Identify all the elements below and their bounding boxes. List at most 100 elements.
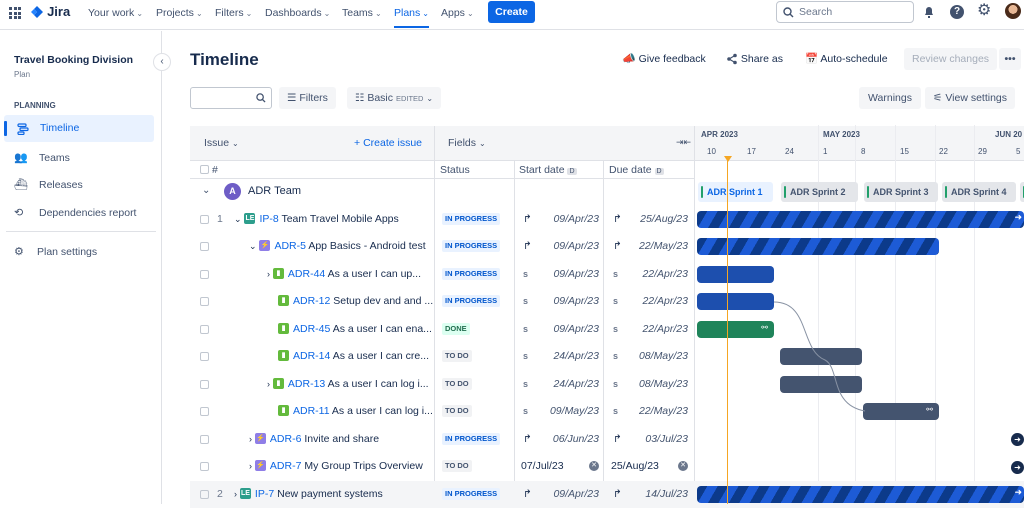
status-cell[interactable]: DONE [442, 316, 470, 343]
start-date-cell[interactable]: s 09/Apr/23 [523, 316, 599, 343]
row-checkbox[interactable] [200, 270, 209, 279]
search-input[interactable]: Search [776, 1, 914, 23]
create-button[interactable]: Create [488, 1, 535, 23]
due-date-cell[interactable]: s 22/Apr/23 [613, 316, 688, 343]
sidebar-item-plan-settings[interactable]: ⚙ Plan settings [14, 245, 97, 258]
due-date-cell[interactable]: s 08/May/23 [613, 343, 688, 370]
row-checkbox[interactable] [200, 490, 209, 499]
select-all-checkbox[interactable] [200, 165, 209, 174]
row-checkbox[interactable] [200, 242, 209, 251]
settings-gear-icon[interactable]: ⚙ [977, 2, 991, 20]
row-checkbox[interactable] [200, 407, 209, 416]
status-cell[interactable]: TO DO [442, 343, 472, 370]
schedule-bar[interactable] [697, 238, 939, 255]
issue-key-link[interactable]: ADR-11 [293, 405, 330, 417]
start-date-cell[interactable]: ↱ 06/Jun/23 [523, 426, 599, 453]
nav-projects[interactable]: Projects ⌄ [156, 7, 203, 19]
row-checkbox[interactable] [200, 352, 209, 361]
table-row[interactable]: › ⚡ ADR-6 Invite and share IN PROGRESS ↱ 0… [190, 426, 1024, 453]
chevron-right-icon[interactable]: › [267, 269, 270, 279]
avatar[interactable] [1005, 3, 1021, 19]
row-checkbox[interactable] [200, 215, 209, 224]
table-row[interactable]: ▮ ADR-14 As a user I can cre... TO DO s 24… [190, 343, 1024, 370]
clear-date-icon[interactable]: ✕ [678, 461, 688, 471]
issue-key-link[interactable]: ADR-45 [293, 323, 330, 335]
due-date-cell[interactable]: ↱ 25/Aug/23 [613, 206, 688, 233]
start-date-cell[interactable]: s 24/Apr/23 [523, 343, 599, 370]
status-cell[interactable]: IN PROGRESS [442, 206, 501, 233]
collapse-fields-icon[interactable]: ⇥⇤ [676, 137, 691, 148]
nav-apps[interactable]: Apps ⌄ [441, 7, 474, 19]
due-date-cell[interactable]: s 22/May/23 [613, 398, 688, 425]
give-feedback-button[interactable]: 📣 Give feedback [622, 48, 706, 70]
auto-schedule-button[interactable]: 📅 Auto-schedule [805, 48, 888, 70]
table-row[interactable]: › ⚡ ADR-7 My Group Trips Overview TO DO 0… [190, 453, 1024, 480]
scroll-to-bar-icon[interactable]: ➜ [1011, 461, 1024, 474]
sidebar-item-teams[interactable]: 👥 Teams [14, 151, 70, 164]
table-row[interactable]: ▮ ADR-45 As a user I can ena... DONE s 09/… [190, 316, 1024, 343]
view-select-button[interactable]: ☷ Basic EDITED ⌄ [347, 87, 442, 109]
row-checkbox[interactable] [200, 435, 209, 444]
nav-plans[interactable]: Plans ⌄ [394, 7, 429, 28]
share-button[interactable]: Share as [726, 48, 783, 70]
start-date-cell[interactable]: 07/Jul/23 ✕ [521, 453, 599, 480]
jira-logo[interactable]: Jira [30, 4, 70, 22]
chevron-down-icon[interactable]: ⌄ [234, 214, 242, 224]
schedule-bar[interactable]: ➜ [697, 486, 1024, 503]
issue-key-link[interactable]: ADR-5 [274, 240, 306, 252]
chevron-right-icon[interactable]: › [249, 434, 252, 444]
team-group-row[interactable]: ⌄ A ADR Team [190, 180, 695, 204]
sidebar-collapse-button[interactable]: ‹ [153, 53, 171, 71]
due-date-cell[interactable]: s 22/Apr/23 [613, 261, 688, 288]
table-row[interactable]: › ▮ ADR-13 As a user I can log i... TO DO… [190, 371, 1024, 398]
row-checkbox[interactable] [200, 297, 209, 306]
table-row[interactable]: › ▮ ADR-44 As a user I can up... IN PROGR… [190, 261, 1024, 288]
issue-key-link[interactable]: ADR-13 [288, 378, 325, 390]
sprint-chip[interactable]: ADR Sprint 2 [781, 182, 858, 202]
status-cell[interactable]: IN PROGRESS [442, 233, 501, 260]
more-actions-button[interactable]: ••• [999, 48, 1021, 70]
sprint-chip[interactable]: ADR Sprint 1 [698, 182, 773, 202]
start-date-column-header[interactable]: Start date D [519, 164, 577, 176]
review-changes-button[interactable]: Review changes [904, 48, 998, 70]
start-date-cell[interactable]: s 09/Apr/23 [523, 288, 599, 315]
due-date-cell[interactable]: s 22/Apr/23 [613, 288, 688, 315]
issue-key-link[interactable]: ADR-6 [270, 433, 302, 445]
row-checkbox[interactable] [200, 380, 209, 389]
issue-key-link[interactable]: ADR-7 [270, 460, 302, 472]
status-cell[interactable]: TO DO [442, 371, 472, 398]
status-cell[interactable]: IN PROGRESS [442, 426, 501, 453]
create-issue-button[interactable]: + Create issue [354, 137, 422, 149]
due-date-column-header[interactable]: Due date D [609, 164, 664, 176]
start-date-cell[interactable]: s 09/Apr/23 [523, 261, 599, 288]
issue-key-link[interactable]: ADR-12 [293, 295, 330, 307]
status-cell[interactable]: TO DO [442, 453, 472, 480]
issue-key-link[interactable]: ADR-44 [288, 268, 325, 280]
due-date-cell[interactable]: ↱ 03/Jul/23 [613, 426, 688, 453]
clear-date-icon[interactable]: ✕ [589, 461, 599, 471]
table-row[interactable]: ▮ ADR-12 Setup dev and and ... IN PROGRES… [190, 288, 1024, 315]
sidebar-item-dependencies[interactable]: ⟲ Dependencies report [14, 206, 136, 219]
chevron-down-icon[interactable]: ⌄ [249, 241, 257, 251]
row-checkbox[interactable] [200, 325, 209, 334]
chevron-right-icon[interactable]: › [249, 461, 252, 471]
sidebar-item-timeline[interactable]: Timeline [4, 115, 154, 142]
status-cell[interactable]: TO DO [442, 398, 472, 425]
issue-key-link[interactable]: IP-7 [255, 488, 274, 500]
nav-dashboards[interactable]: Dashboards ⌄ [265, 7, 330, 19]
status-cell[interactable]: IN PROGRESS [442, 288, 501, 315]
row-checkbox[interactable] [200, 462, 209, 471]
chevron-right-icon[interactable]: › [234, 489, 237, 499]
sidebar-item-releases[interactable]: ⛴ Releases [14, 178, 83, 191]
filters-button[interactable]: ☰ Filters [279, 87, 336, 109]
warnings-button[interactable]: Warnings [859, 87, 921, 109]
start-date-cell[interactable]: s 24/Apr/23 [523, 371, 599, 398]
fields-button[interactable]: Fields ⌄ [448, 137, 486, 149]
due-date-cell[interactable]: 25/Aug/23 ✕ [611, 453, 688, 480]
schedule-bar[interactable]: ➜ [697, 211, 1024, 228]
schedule-bar[interactable] [697, 266, 774, 283]
nav-filters[interactable]: Filters ⌄ [215, 7, 252, 19]
sprint-chip[interactable]: ADR Sprint 3 [864, 182, 938, 202]
nav-teams[interactable]: Teams ⌄ [342, 7, 382, 19]
help-icon[interactable]: ? [950, 5, 964, 19]
